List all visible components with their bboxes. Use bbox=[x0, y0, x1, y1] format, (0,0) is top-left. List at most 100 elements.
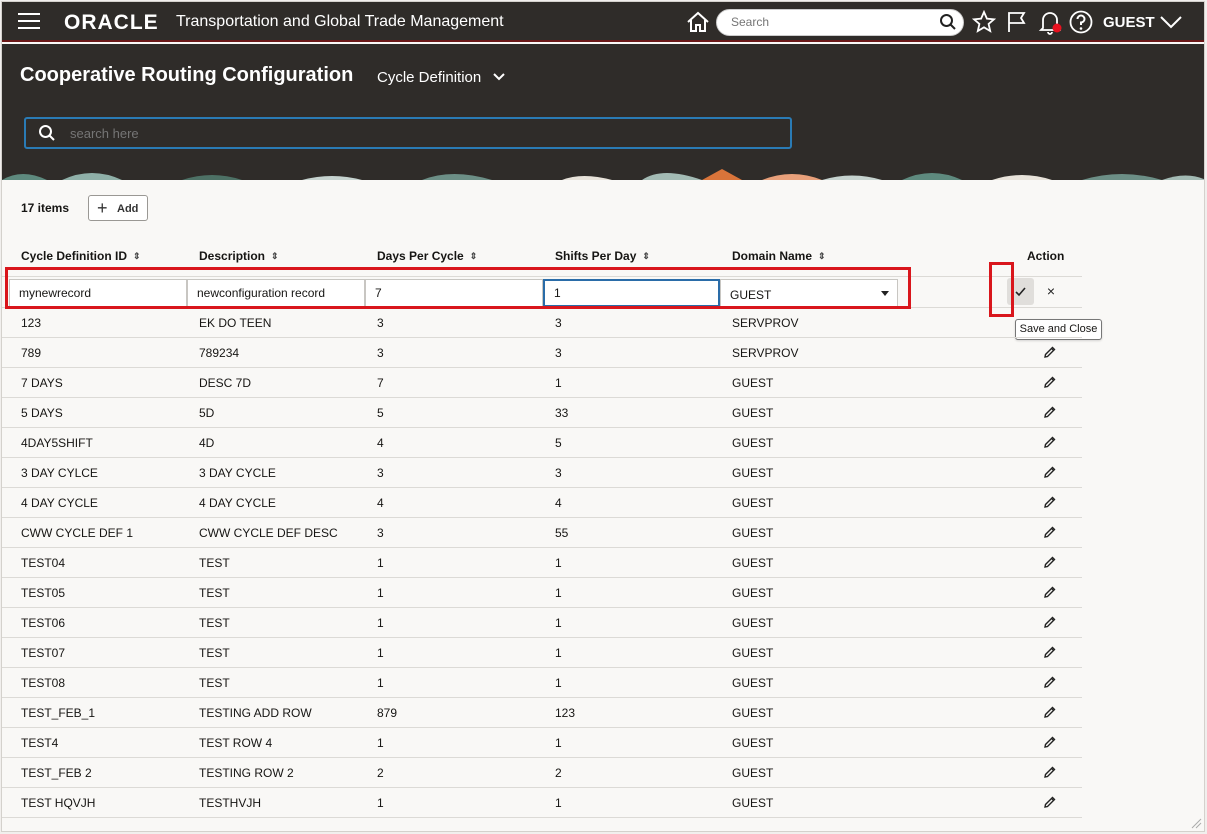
cell-description: TEST ROW 4 bbox=[199, 736, 273, 750]
table-row[interactable]: TEST07 TEST 1 1 GUEST bbox=[2, 638, 1082, 668]
edit-pencil-icon[interactable] bbox=[1043, 375, 1057, 389]
cell-shifts-per-day: 3 bbox=[555, 316, 562, 330]
edit-pencil-icon[interactable] bbox=[1043, 615, 1057, 629]
table-row[interactable]: CWW CYCLE DEF 1 CWW CYCLE DEF DESC 3 55 GUES… bbox=[2, 518, 1082, 548]
cell-cycle-id: TEST_FEB 2 bbox=[21, 766, 92, 780]
cell-domain-name: GUEST bbox=[732, 646, 774, 660]
column-header-shifts-per-day[interactable]: Shifts Per Day ⇕ bbox=[555, 249, 650, 263]
table-row[interactable]: TEST HQVJH TESTHVJH 1 1 GUEST bbox=[2, 788, 1082, 818]
plus-icon: + bbox=[97, 198, 108, 218]
oracle-logo: ORACLE bbox=[64, 11, 159, 34]
cell-days-per-cycle: 879 bbox=[377, 706, 398, 720]
cell-domain-name: GUEST bbox=[732, 406, 774, 420]
flag-icon[interactable] bbox=[1006, 10, 1028, 34]
cell-days-per-cycle: 3 bbox=[377, 526, 384, 540]
cell-cycle-id: TEST07 bbox=[21, 646, 66, 660]
sort-icon[interactable]: ⇕ bbox=[470, 251, 478, 262]
cell-days-per-cycle: 4 bbox=[377, 496, 384, 510]
table-row[interactable]: 123 EK DO TEEN 3 3 SERVPROV bbox=[2, 308, 1082, 338]
global-search[interactable] bbox=[716, 9, 964, 36]
edit-pencil-icon[interactable] bbox=[1043, 435, 1057, 449]
cell-description: TESTHVJH bbox=[199, 796, 262, 810]
cell-shifts-per-day: 1 bbox=[555, 796, 562, 810]
table-row[interactable]: 4DAY5SHIFT 4D 4 5 GUEST bbox=[2, 428, 1082, 458]
table-row[interactable]: 789 789234 3 3 SERVPROV bbox=[2, 338, 1082, 368]
edit-pencil-icon[interactable] bbox=[1043, 675, 1057, 689]
table-row[interactable]: TEST08 TEST 1 1 GUEST bbox=[2, 668, 1082, 698]
cancel-button[interactable]: × bbox=[1044, 283, 1058, 299]
cell-description: CWW CYCLE DEF DESC bbox=[199, 526, 338, 540]
cell-cycle-id: TEST05 bbox=[21, 586, 66, 600]
cell-domain-name: GUEST bbox=[732, 736, 774, 750]
bell-icon[interactable] bbox=[1038, 9, 1062, 35]
cell-shifts-per-day: 1 bbox=[555, 376, 562, 390]
edit-pencil-icon[interactable] bbox=[1043, 705, 1057, 719]
edit-pencil-icon[interactable] bbox=[1043, 555, 1057, 569]
cell-description: EK DO TEEN bbox=[199, 316, 272, 330]
search-icon[interactable] bbox=[939, 13, 957, 31]
record-search[interactable] bbox=[24, 117, 792, 149]
column-header-days-per-cycle[interactable]: Days Per Cycle ⇕ bbox=[377, 249, 477, 263]
table-row[interactable]: TEST05 TEST 1 1 GUEST bbox=[2, 578, 1082, 608]
cell-domain-name: GUEST bbox=[732, 376, 774, 390]
menu-icon[interactable] bbox=[18, 13, 42, 31]
sort-icon[interactable]: ⇕ bbox=[133, 251, 141, 262]
view-selector[interactable]: Cycle Definition bbox=[377, 69, 481, 86]
add-button[interactable]: + Add bbox=[88, 195, 148, 221]
search-icon bbox=[39, 125, 55, 141]
edit-pencil-icon[interactable] bbox=[1043, 525, 1057, 539]
sort-icon[interactable]: ⇕ bbox=[271, 251, 279, 262]
edit-pencil-icon[interactable] bbox=[1043, 735, 1057, 749]
cell-cycle-id: 4 DAY CYCLE bbox=[21, 496, 98, 510]
global-search-input[interactable] bbox=[731, 15, 931, 29]
resize-handle-icon[interactable] bbox=[1190, 817, 1202, 829]
star-icon[interactable] bbox=[972, 10, 996, 34]
table-row[interactable]: 5 DAYS 5D 5 33 GUEST bbox=[2, 398, 1082, 428]
cell-cycle-id: TEST08 bbox=[21, 676, 66, 690]
table-row[interactable]: 3 DAY CYLCE 3 DAY CYCLE 3 3 GUEST bbox=[2, 458, 1082, 488]
cell-days-per-cycle: 3 bbox=[377, 466, 384, 480]
help-icon[interactable] bbox=[1069, 10, 1093, 34]
cell-description: 3 DAY CYCLE bbox=[199, 466, 276, 480]
table-row[interactable]: TEST4 TEST ROW 4 1 1 GUEST bbox=[2, 728, 1082, 758]
cell-cycle-id: 789 bbox=[21, 346, 42, 360]
table-row[interactable]: TEST04 TEST 1 1 GUEST bbox=[2, 548, 1082, 578]
edit-pencil-icon[interactable] bbox=[1043, 585, 1057, 599]
add-button-label: Add bbox=[117, 203, 139, 215]
cell-days-per-cycle: 1 bbox=[377, 616, 384, 630]
sort-icon[interactable]: ⇕ bbox=[818, 251, 826, 262]
column-header-description[interactable]: Description ⇕ bbox=[199, 249, 279, 263]
cell-shifts-per-day: 123 bbox=[555, 706, 576, 720]
home-icon[interactable] bbox=[685, 10, 711, 34]
cell-shifts-per-day: 4 bbox=[555, 496, 562, 510]
edit-pencil-icon[interactable] bbox=[1043, 345, 1057, 359]
cell-domain-name: GUEST bbox=[732, 616, 774, 630]
table-row[interactable]: TEST_FEB 2 TESTING ROW 2 2 2 GUEST bbox=[2, 758, 1082, 788]
table-row[interactable]: 7 DAYS DESC 7D 7 1 GUEST bbox=[2, 368, 1082, 398]
product-name: Transportation and Global Trade Manageme… bbox=[176, 13, 504, 30]
cell-shifts-per-day: 3 bbox=[555, 346, 562, 360]
cell-shifts-per-day: 3 bbox=[555, 466, 562, 480]
edit-pencil-icon[interactable] bbox=[1043, 645, 1057, 659]
edit-pencil-icon[interactable] bbox=[1043, 495, 1057, 509]
column-header-domain-name[interactable]: Domain Name ⇕ bbox=[732, 249, 826, 263]
chevron-down-icon[interactable] bbox=[1159, 14, 1183, 30]
chevron-down-icon[interactable] bbox=[493, 72, 505, 82]
edit-pencil-icon[interactable] bbox=[1043, 765, 1057, 779]
cell-domain-name: GUEST bbox=[732, 496, 774, 510]
column-header-cycle-id[interactable]: Cycle Definition ID ⇕ bbox=[21, 249, 141, 263]
table-row[interactable]: 4 DAY CYCLE 4 DAY CYCLE 4 4 GUEST bbox=[2, 488, 1082, 518]
edit-pencil-icon[interactable] bbox=[1043, 795, 1057, 809]
edit-pencil-icon[interactable] bbox=[1043, 405, 1057, 419]
cell-description: TESTING ADD ROW bbox=[199, 706, 312, 720]
sort-icon[interactable]: ⇕ bbox=[642, 251, 650, 262]
cell-days-per-cycle: 1 bbox=[377, 676, 384, 690]
column-header-label: Domain Name bbox=[732, 249, 813, 263]
table-row[interactable]: TEST_FEB_1 TESTING ADD ROW 879 123 GUEST bbox=[2, 698, 1082, 728]
column-header-label: Description bbox=[199, 249, 266, 263]
cell-cycle-id: 5 DAYS bbox=[21, 406, 63, 420]
edit-pencil-icon[interactable] bbox=[1043, 465, 1057, 479]
record-search-input[interactable] bbox=[70, 126, 670, 141]
user-name[interactable]: GUEST bbox=[1103, 14, 1155, 31]
table-row[interactable]: TEST06 TEST 1 1 GUEST bbox=[2, 608, 1082, 638]
